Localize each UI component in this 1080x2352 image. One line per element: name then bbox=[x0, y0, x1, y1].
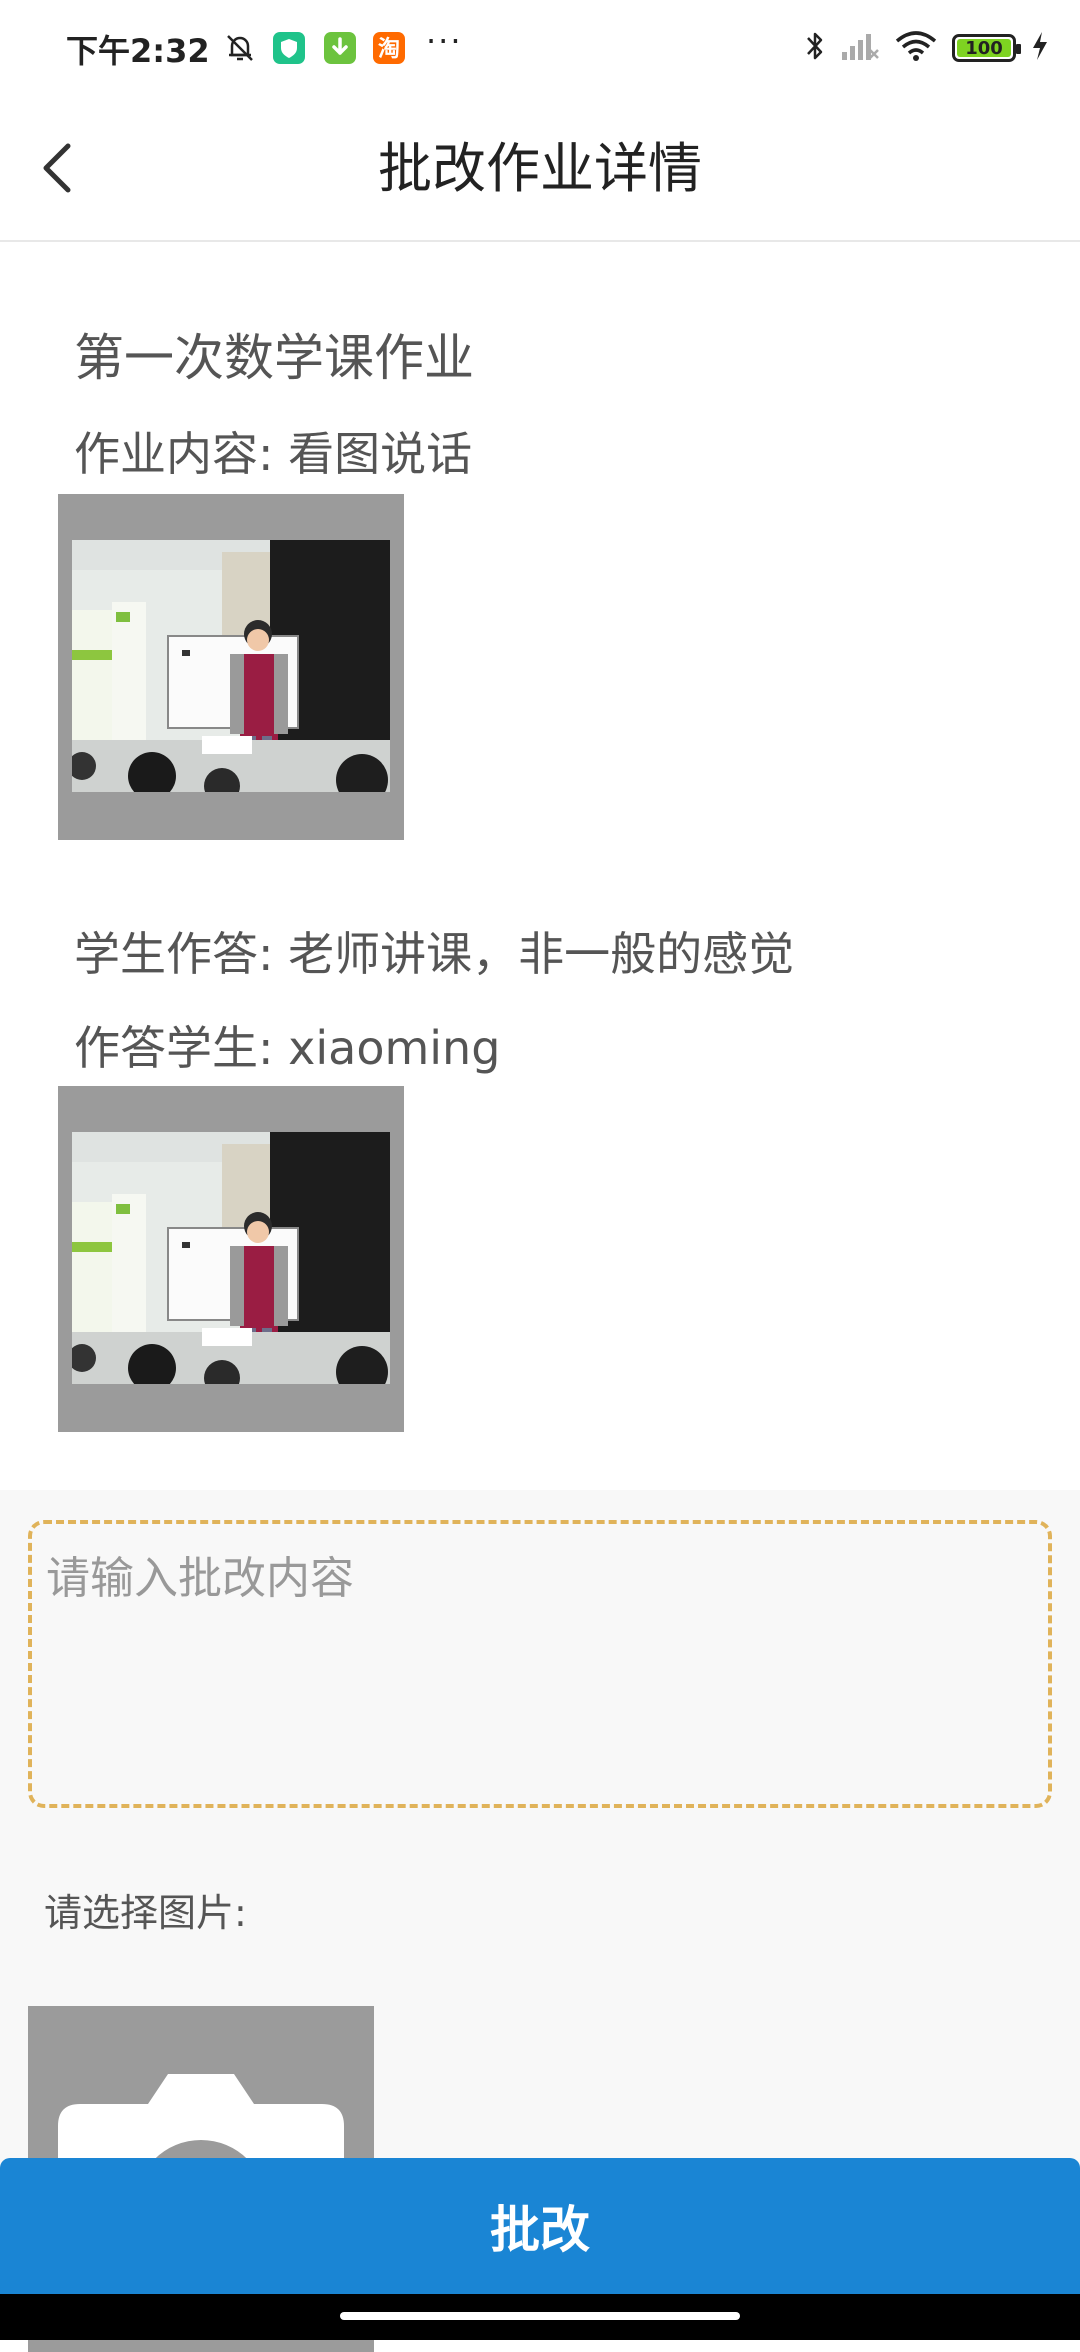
shield-app-icon bbox=[272, 30, 306, 66]
taobao-app-icon: 淘 bbox=[372, 30, 406, 66]
bell-off-icon bbox=[222, 30, 258, 66]
homework-content: 作业内容: 看图说话 bbox=[74, 418, 472, 484]
status-right-icons: 100 bbox=[804, 28, 1050, 68]
signal-icon bbox=[840, 30, 880, 66]
status-time: 下午2:32 bbox=[66, 32, 210, 70]
homework-photo[interactable] bbox=[58, 494, 404, 840]
status-more-dots: ··· bbox=[426, 22, 463, 60]
system-nav-bar bbox=[0, 2294, 1080, 2340]
answering-student: 作答学生: xiaoming bbox=[74, 1012, 500, 1078]
student-answer-label: 学生作答: bbox=[74, 927, 274, 981]
answering-student-label: 作答学生: bbox=[74, 1021, 274, 1075]
homework-content-label: 作业内容: bbox=[74, 427, 274, 481]
battery-level: 100 bbox=[957, 38, 1011, 59]
status-bar: 下午2:32 淘 ··· 100 bbox=[0, 0, 1080, 96]
student-answer-value: 老师讲课，非一般的感觉 bbox=[288, 927, 795, 981]
taobao-glyph: 淘 bbox=[378, 36, 400, 62]
answering-student-value: xiaoming bbox=[288, 1021, 501, 1075]
classroom-photo-image bbox=[72, 540, 390, 792]
homework-detail: 第一次数学课作业 作业内容: 看图说话 学生作答: 老师讲课，非一般的感觉 作答… bbox=[0, 242, 1080, 1490]
wifi-icon bbox=[894, 30, 938, 66]
download-app-icon bbox=[323, 30, 357, 66]
grade-submit-button[interactable]: 批改 bbox=[0, 2158, 1080, 2294]
select-image-label: 请选择图片: bbox=[44, 1891, 247, 1935]
battery-icon: 100 bbox=[952, 34, 1021, 62]
app-header: 批改作业详情 bbox=[0, 96, 1080, 242]
page-title: 批改作业详情 bbox=[378, 137, 702, 200]
home-indicator[interactable] bbox=[340, 2312, 740, 2320]
grading-comment-input[interactable] bbox=[28, 1520, 1052, 1808]
classroom-photo-image bbox=[72, 1132, 390, 1384]
answer-photo[interactable] bbox=[58, 1086, 404, 1432]
homework-content-value: 看图说话 bbox=[288, 427, 473, 481]
student-answer: 学生作答: 老师讲课，非一般的感觉 bbox=[74, 918, 794, 984]
charging-icon bbox=[1030, 30, 1050, 66]
homework-title: 第一次数学课作业 bbox=[74, 329, 474, 387]
bluetooth-icon bbox=[804, 28, 826, 68]
